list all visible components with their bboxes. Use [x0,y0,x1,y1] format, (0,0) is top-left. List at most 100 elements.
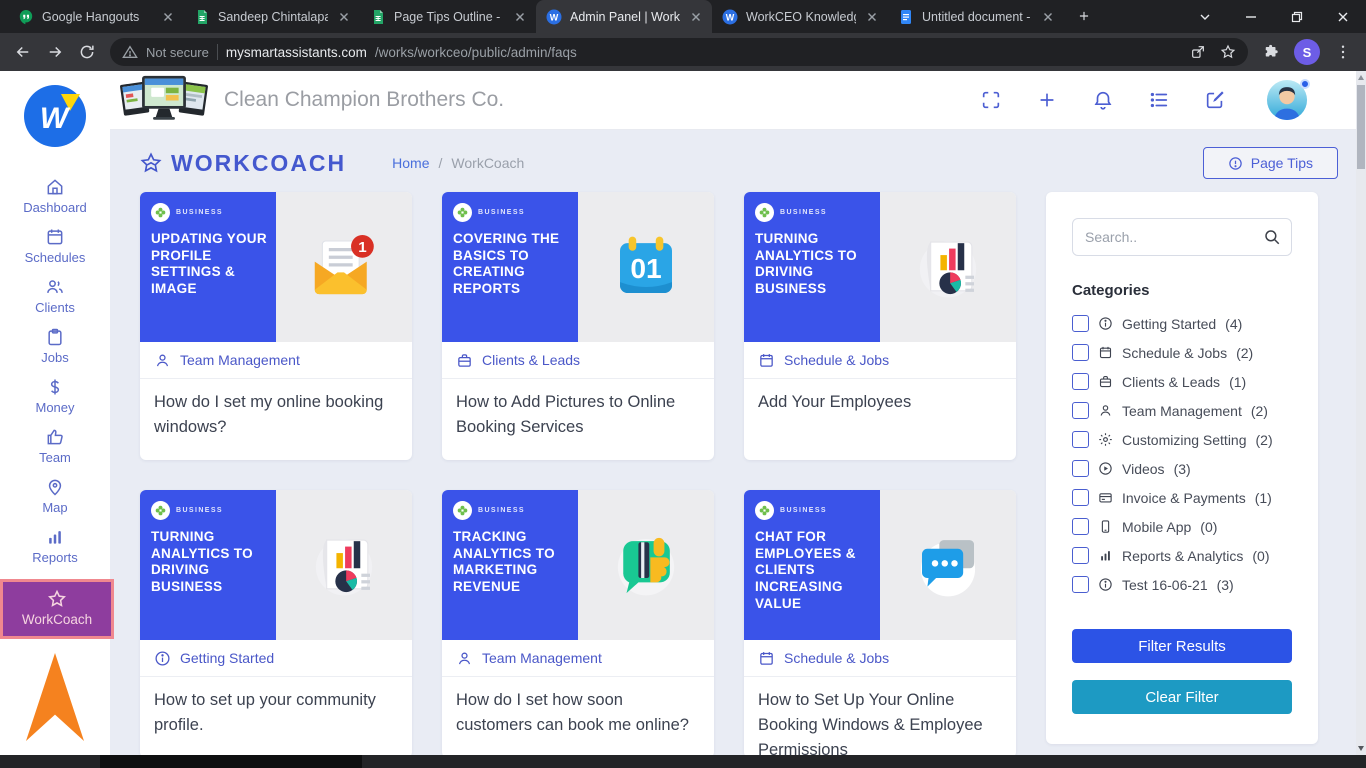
thumbnail-title: TURNING ANALYTICS TO DRIVING BUSINESS [755,231,857,297]
browser-tab[interactable]: W Admin Panel | WorkC [536,0,712,33]
category-checkbox[interactable] [1072,576,1089,593]
category-checkbox[interactable] [1072,518,1089,535]
faq-card[interactable]: BUSINESS UPDATING YOUR PROFILE SETTINGS &… [140,192,412,460]
back-icon[interactable] [10,39,36,65]
close-icon[interactable] [1320,0,1366,33]
category-checkbox[interactable] [1072,489,1089,506]
bar-chart-icon [45,527,65,547]
faq-card[interactable]: BUSINESS TURNING ANALYTICS TO DRIVING BUS… [140,490,412,758]
browser-tab[interactable]: Untitled document - G [888,0,1064,33]
sidebar-item-jobs[interactable]: Jobs [41,327,69,371]
search-icon[interactable] [1263,228,1281,246]
address-bar[interactable]: Not secure mysmartassistants.com /works/… [110,38,1248,66]
scroll-down-arrow[interactable] [1358,746,1364,751]
search-input[interactable] [1072,218,1292,256]
category-checkbox[interactable] [1072,431,1089,448]
sidebar-item-team[interactable]: Team [39,427,71,471]
plus-icon[interactable] [1036,89,1058,111]
compose-icon[interactable] [1204,89,1226,111]
page-content: WORKCOACH Home / WorkCoach Page Tips BUS… [110,130,1366,768]
breadcrumb: Home / WorkCoach [392,155,524,171]
tab-close-icon[interactable] [688,9,704,25]
extensions-puzzle-icon[interactable] [1258,39,1284,65]
warning-icon[interactable] [122,44,138,60]
content-layout: BUSINESS UPDATING YOUR PROFILE SETTINGS &… [140,192,1338,758]
category-label: Getting Started [1122,315,1217,332]
sidebar-item-label: Team [39,450,71,465]
new-tab-button[interactable] [1070,2,1098,30]
category-label: Customizing Setting [1122,431,1247,448]
person-icon [456,650,473,667]
category-checkbox[interactable] [1072,373,1089,390]
share-icon[interactable] [1190,44,1206,60]
card-question: Add Your Employees [758,393,912,411]
vertical-scrollbar-thumb[interactable] [1357,85,1365,169]
filter-results-button[interactable]: Filter Results [1072,629,1292,663]
scroll-up-arrow[interactable] [1358,75,1364,80]
workceo-icon: W [722,9,738,25]
faq-card[interactable]: BUSINESS TURNING ANALYTICS TO DRIVING BUS… [744,192,1016,460]
category-checkbox[interactable] [1072,315,1089,332]
tab-close-icon[interactable] [160,9,176,25]
sidebar-item-dashboard[interactable]: Dashboard [23,177,87,221]
card-question: How to set up your community profile. [154,691,376,734]
workceo-logo[interactable]: W [24,85,86,147]
category-checkbox[interactable] [1072,460,1089,477]
sidebar-item-label: Clients [35,300,75,315]
workcoach-star-icon [140,152,162,174]
sheets-icon [370,9,386,25]
minimize-icon[interactable] [1228,0,1274,33]
alert-circle-icon [1228,156,1242,170]
svg-text:W: W [40,102,71,135]
browser-tab[interactable]: Sandeep Chintalapalle [184,0,360,33]
sidebar-item-schedules[interactable]: Schedules [25,227,85,271]
tab-close-icon[interactable] [864,9,880,25]
faq-card[interactable]: BUSINESS TRACKING ANALYTICS TO MARKETING … [442,490,714,758]
bell-icon[interactable] [1092,89,1114,111]
category-checkbox[interactable] [1072,547,1089,564]
browser-tab[interactable]: Page Tips Outline - Go [360,0,536,33]
category-checkbox[interactable] [1072,402,1089,419]
forward-icon[interactable] [42,39,68,65]
thumbnail-text-panel: BUSINESS UPDATING YOUR PROFILE SETTINGS &… [140,192,276,342]
chevron-down-icon[interactable] [1182,0,1228,33]
horizontal-scrollbar[interactable] [0,755,1366,768]
vertical-scrollbar[interactable] [1356,71,1366,755]
person-icon [154,352,171,369]
categories-list: Getting Started (4) Schedule & Jobs (2) Clie… [1072,315,1292,593]
category-count: (1) [1229,373,1247,390]
browser-toolbar: Not secure mysmartassistants.com /works/… [0,33,1366,71]
tab-close-icon[interactable] [1040,9,1056,25]
horizontal-scrollbar-thumb[interactable] [100,755,362,768]
sidebar-item-map[interactable]: Map [42,477,68,521]
clear-filter-button[interactable]: Clear Filter [1072,680,1292,714]
faq-card[interactable]: BUSINESS CHAT FOR EMPLOYEES & CLIENTS INC… [744,490,1016,758]
restore-icon[interactable] [1274,0,1320,33]
business-badge-label: BUSINESS [478,507,525,514]
browser-tab[interactable]: W WorkCEO Knowledge [712,0,888,33]
sidebar-item-money[interactable]: Money [35,377,75,421]
category-checkbox[interactable] [1072,344,1089,361]
tab-close-icon[interactable] [512,9,528,25]
browser-tab[interactable]: Google Hangouts [8,0,184,33]
page-tips-button[interactable]: Page Tips [1202,147,1338,179]
calendar-icon [1098,345,1113,360]
tab-title: Page Tips Outline - Go [394,9,504,24]
sidebar-item-workcoach[interactable]: WorkCoach [0,579,114,639]
browser-profile-avatar[interactable]: S [1294,39,1320,65]
breadcrumb-home[interactable]: Home [392,155,429,171]
briefcase-icon [1098,374,1113,389]
sidebar-item-clients[interactable]: Clients [35,277,75,321]
category-count: (2) [1250,402,1268,419]
menu-dots-icon[interactable] [1330,39,1356,65]
user-avatar[interactable] [1266,79,1310,121]
fullscreen-icon[interactable] [980,89,1002,111]
tab-close-icon[interactable] [336,9,352,25]
refresh-icon[interactable] [74,39,100,65]
bookmark-star-icon[interactable] [1220,44,1236,60]
faq-card[interactable]: BUSINESS COVERING THE BASICS TO CREATING … [442,192,714,460]
business-badge-label: BUSINESS [176,209,223,216]
list-icon[interactable] [1148,89,1170,111]
card-category-label: Getting Started [180,650,275,666]
sidebar-item-reports[interactable]: Reports [32,527,78,571]
